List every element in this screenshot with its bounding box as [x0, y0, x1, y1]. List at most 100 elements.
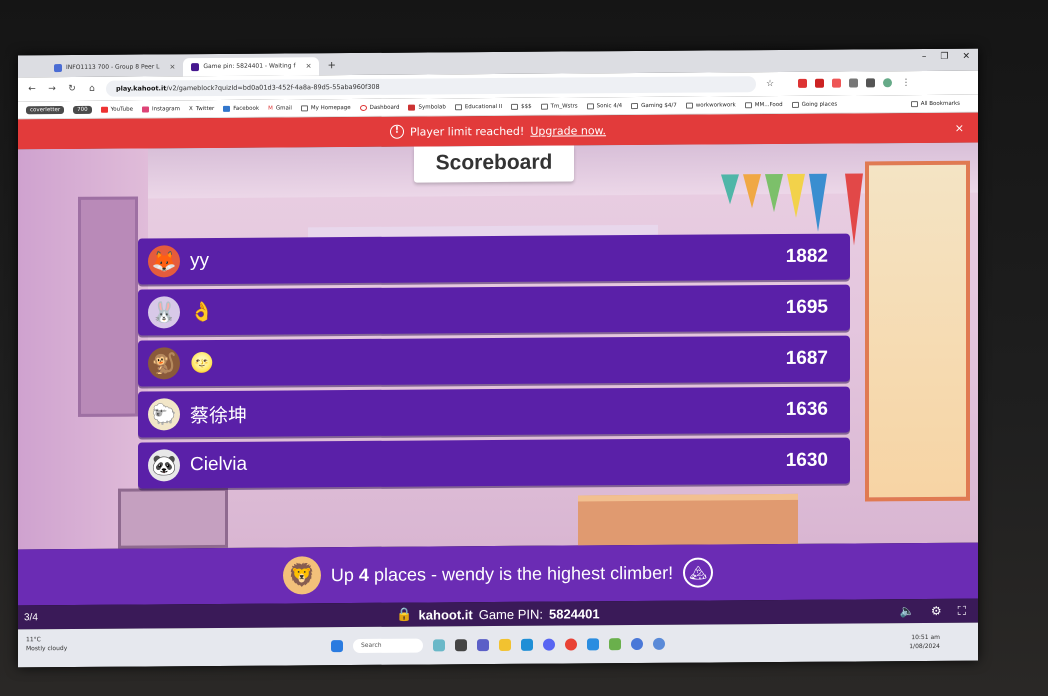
extension-icon[interactable] [866, 78, 875, 88]
windows-start-icon[interactable] [331, 640, 343, 653]
bookmark-twitter[interactable]: X Twitter [189, 105, 214, 111]
chrome-icon[interactable] [565, 638, 577, 651]
extension-icon[interactable] [798, 78, 807, 88]
bookmark-facebook[interactable]: Facebook [223, 105, 259, 112]
vscode-icon[interactable] [587, 638, 599, 651]
minimize-icon[interactable]: – [922, 52, 927, 62]
all-bookmarks[interactable]: All Bookmarks [910, 100, 960, 107]
bookmark-label: All Bookmarks [920, 100, 960, 107]
task-view-icon[interactable] [455, 639, 467, 652]
clock-time: 10:51 am [911, 633, 940, 642]
bookmark-instagram[interactable]: Instagram [142, 106, 180, 112]
bookmark-sonic[interactable]: Sonic 4/4 [586, 103, 622, 109]
profile-avatar-icon[interactable] [883, 78, 892, 88]
extension-icon[interactable] [815, 78, 824, 88]
folder-icon [910, 100, 918, 107]
app-icon[interactable] [653, 637, 665, 650]
bookmark-gaming[interactable]: Gaming $4/7 [631, 102, 677, 109]
app-icon[interactable] [631, 637, 643, 651]
settings-gear-icon[interactable]: ⚙ [931, 603, 942, 618]
app-icon[interactable] [609, 638, 621, 651]
climber-text: Up 4 places - wendy is the highest climb… [331, 562, 673, 585]
bookmark-money[interactable]: $$$ [511, 103, 532, 110]
bookmark-label: Twitter [195, 105, 215, 112]
upgrade-link[interactable]: Upgrade now. [530, 124, 606, 138]
close-icon[interactable]: × [955, 121, 964, 134]
discord-icon[interactable] [543, 638, 555, 651]
bunting-flag [809, 173, 827, 232]
room-door [78, 196, 138, 417]
menu-kebab-icon[interactable]: ⋮ [900, 78, 912, 88]
climber-avatar: 🦁 [282, 556, 321, 595]
scoreboard-row: 🐒 🌝 1687 [138, 335, 850, 387]
bookmark-star-icon[interactable]: ☆ [764, 79, 776, 89]
room-window [865, 160, 970, 502]
bookmark-coverletter[interactable]: coverletter [26, 105, 65, 114]
player-score: 1636 [785, 398, 828, 420]
scoreboard-row: 🐰 👌 1695 [138, 284, 850, 336]
restore-icon[interactable]: ❐ [940, 52, 948, 62]
back-arrow-icon[interactable]: ← [26, 84, 38, 94]
folder-icon [685, 102, 693, 109]
reload-icon[interactable]: ↻ [66, 84, 78, 94]
tab-kahoot[interactable]: Game pin: 5824401 - Waiting f ✕ [183, 57, 320, 77]
folder-icon [791, 101, 799, 108]
dashboard-icon [359, 104, 367, 111]
alert-text: Player limit reached! [409, 124, 525, 139]
widgets-icon[interactable] [433, 639, 445, 652]
weather-widget[interactable]: 11°C Mostly cloudy [26, 635, 67, 653]
window-controls: – ❐ ✕ [922, 52, 970, 62]
player-name: 👌 [190, 301, 214, 324]
bookmark-educational[interactable]: Educational II [454, 103, 502, 110]
close-icon[interactable]: ✕ [169, 58, 175, 76]
bookmark-symbolab[interactable]: Symbolab [408, 103, 446, 111]
climber-prefix: Up [330, 564, 359, 585]
file-explorer-icon[interactable] [499, 638, 511, 651]
taskbar-clock[interactable]: 10:51 am 1/08/2024 [909, 633, 940, 651]
bookmark-youtube[interactable]: YouTube [100, 106, 133, 113]
bookmark-gmail[interactable]: M Gmail [268, 105, 292, 111]
url-input[interactable]: play.kahoot.it/v2/gameblock?quizId=bd0a0… [106, 76, 756, 97]
home-icon[interactable]: ⌂ [86, 84, 98, 94]
player-name: Cielvia [190, 453, 248, 476]
bookmark-dashboard[interactable]: Dashboard [359, 104, 399, 111]
close-window-icon[interactable]: ✕ [962, 52, 970, 62]
new-tab-button[interactable]: + [319, 57, 343, 75]
game-pin: 5824401 [549, 605, 600, 622]
bookmark-700[interactable]: 700 [73, 105, 92, 114]
fullscreen-icon[interactable]: ⛶ [958, 603, 966, 618]
scoreboard-row: 🦊 yy 1882 [138, 233, 850, 285]
facebook-icon [223, 105, 231, 112]
player-name: yy [190, 250, 209, 272]
bookmark-label: Symbolab [418, 103, 446, 111]
player-score: 1882 [785, 245, 828, 267]
folder-icon [511, 103, 519, 110]
climber-places: 4 [358, 564, 369, 585]
tab-group-peer[interactable]: INFO1113 700 - Group 8 Peer L ✕ [46, 58, 183, 77]
x-icon: X [189, 105, 193, 112]
lock-icon: 🔒 [396, 606, 413, 622]
bookmark-food[interactable]: MM...Food [744, 102, 783, 108]
bookmark-going-places[interactable]: Going places [791, 101, 838, 108]
bookmark-homepage[interactable]: My Homepage [300, 104, 351, 111]
edge-icon[interactable] [521, 638, 533, 651]
extension-icon[interactable] [832, 78, 841, 88]
bookmark-label: Going places [801, 101, 838, 108]
player-avatar: 🦊 [148, 245, 180, 278]
bookmark-work[interactable]: workworkwork [685, 102, 736, 109]
gmail-icon: M [268, 105, 273, 112]
kahoot-host: kahoot.it [418, 606, 473, 623]
forward-arrow-icon[interactable]: → [46, 84, 58, 94]
player-score: 1687 [785, 347, 828, 369]
folder-icon [540, 103, 548, 110]
mountain-flag-icon: 🏔 [683, 557, 714, 588]
bookmark-tm[interactable]: Tm_Wstrs [540, 103, 578, 110]
volume-icon[interactable]: 🔈 [900, 604, 915, 619]
close-icon[interactable]: ✕ [306, 57, 312, 75]
teams-icon[interactable] [477, 639, 489, 652]
folder-icon [300, 104, 308, 111]
youtube-icon [100, 106, 108, 113]
puzzle-icon[interactable] [849, 78, 858, 88]
taskbar-search-input[interactable]: Search [353, 638, 423, 654]
tab-title: Game pin: 5824401 - Waiting f [203, 62, 296, 71]
